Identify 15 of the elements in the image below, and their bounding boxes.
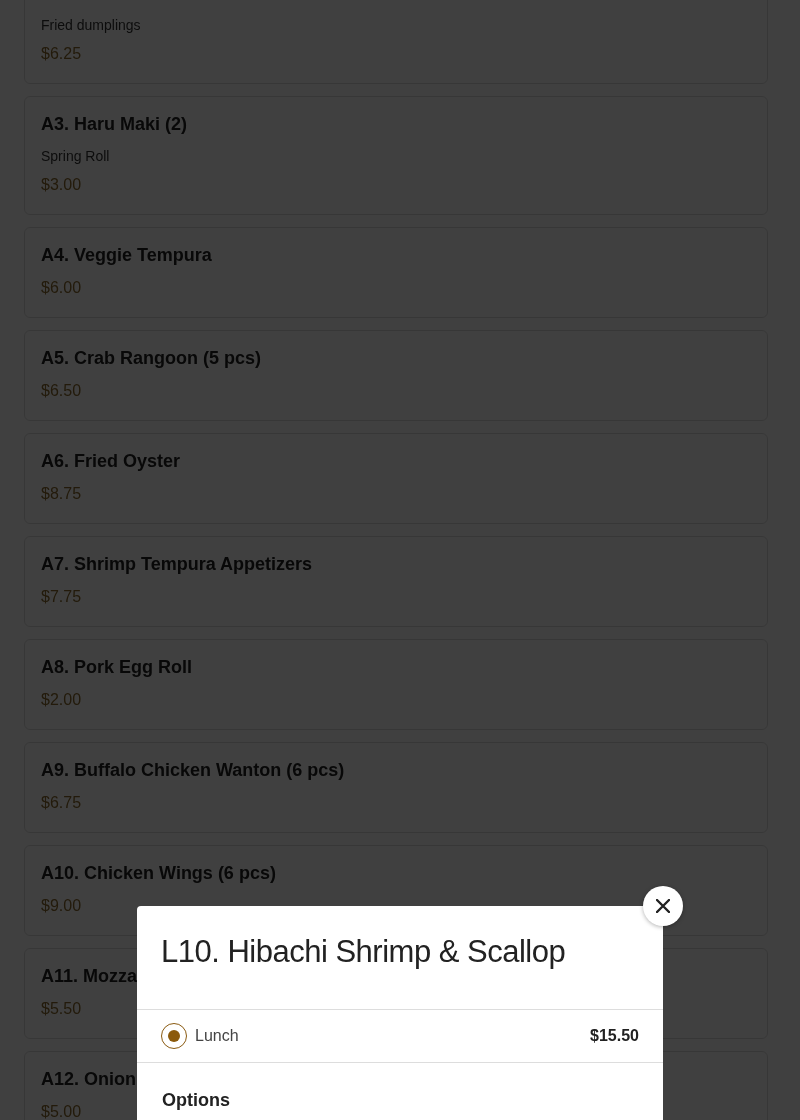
item-name: A3. Haru Maki (2)	[41, 113, 188, 136]
section-heading: Options	[161, 1089, 231, 1111]
variant-label: Lunch	[195, 1027, 239, 1045]
item-name: A4. Veggie Tempura	[41, 244, 212, 267]
item-name: A7. Shrimp Tempura Appetizers	[41, 553, 313, 576]
item-name: A6. Fried Oyster	[41, 450, 181, 473]
dialog-title: L10. Hibachi Shrimp & Scallop	[160, 933, 567, 971]
item-name: A9. Buffalo Chicken Wanton (6 pcs)	[41, 759, 345, 782]
item-name: A12. Onion	[41, 1068, 136, 1091]
item-name: A5. Crab Rangoon (5 pcs)	[41, 347, 262, 370]
variant-price: $15.50	[590, 1027, 639, 1045]
item-name: A11. Mozza	[41, 965, 138, 988]
item-name: A10. Chicken Wings (6 pcs)	[41, 862, 276, 885]
close-icon	[656, 899, 670, 913]
item-name: A8. Pork Egg Roll	[41, 656, 193, 679]
